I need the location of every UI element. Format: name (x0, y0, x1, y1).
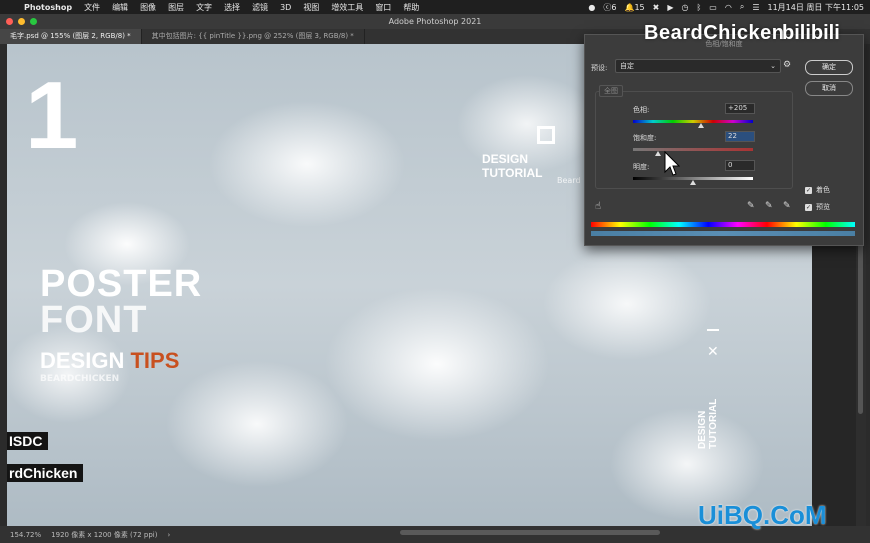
hue-slider-thumb[interactable] (698, 123, 705, 128)
preview-checkbox[interactable]: ✓ 预览 (805, 202, 830, 212)
vert-line1: DESIGN (697, 410, 708, 449)
menu-view[interactable]: 视图 (297, 2, 325, 13)
tips-word: TIPS (130, 348, 180, 373)
search-icon[interactable]: ⌕ (740, 2, 744, 12)
menu-bar: Photoshop 文件 编辑 图像 图层 文字 选择 滤镜 3D 视图 增效工… (0, 0, 870, 14)
canvas-poster-title: POSTER FONT (40, 263, 203, 341)
menu-photoshop[interactable]: Photoshop (18, 3, 78, 12)
window-title: Adobe Photoshop 2021 (388, 17, 482, 26)
design-tut-line1: DESIGN (482, 152, 529, 166)
menubar-status-area: ● ⓒ6 🔔15 ✖ ▶ ◷ ᛒ ▭ ◠ ⌕ ☰ 11月14日 周日 下午11:… (588, 0, 864, 14)
canvas-vertical-text: DESIGN TUTORIAL (697, 399, 719, 449)
design-tut-line2: TUTORIAL (482, 166, 543, 180)
battery-icon[interactable]: ▭ (709, 3, 717, 12)
preset-label: 预设: (591, 64, 608, 72)
uibq-watermark: UiBQ.CoM (698, 500, 827, 530)
wifi-icon[interactable]: ◠ (725, 3, 732, 12)
play-icon[interactable]: ▶ (667, 3, 673, 12)
menu-type[interactable]: 文字 (190, 2, 218, 13)
canvas-design-tips: DESIGN TIPS (40, 348, 179, 374)
saturation-slider-thumb[interactable] (655, 151, 662, 156)
vert-line2: TUTORIAL (708, 398, 719, 449)
canvas-beard-faint: Beard (557, 176, 581, 185)
hue-value-field[interactable]: +205 (725, 103, 755, 114)
clock-icon[interactable]: ◷ (682, 3, 689, 12)
colorize-checkbox[interactable]: ✓ 着色 (805, 185, 830, 195)
eyedropper-icon[interactable]: ✎ (747, 201, 755, 211)
channel-select[interactable]: 全图 (599, 85, 623, 97)
tab-document-1[interactable]: 毛字.psd @ 155% (图层 2, RGB/8) * (0, 29, 142, 44)
horizontal-scrollbar[interactable] (400, 530, 660, 535)
menu-file[interactable]: 文件 (78, 2, 106, 13)
preview-check-icon: ✓ (805, 203, 812, 211)
design-word: DESIGN (40, 348, 125, 373)
saturation-label: 饱和度: (633, 134, 657, 142)
menu-plugins[interactable]: 增效工具 (325, 2, 369, 13)
ok-button[interactable]: 确定 (805, 60, 853, 75)
zoom-window-button[interactable] (30, 18, 37, 25)
hue-label: 色相: (633, 106, 650, 114)
saturation-value-field[interactable]: 22 (725, 131, 755, 142)
preset-select[interactable]: 自定 ⌄ (615, 59, 781, 73)
watermark-text: BeardChicken (644, 22, 785, 44)
menu-select[interactable]: 选择 (218, 2, 246, 13)
menu-edit[interactable]: 编辑 (106, 2, 134, 13)
canvas-label-beardchicken: rdChicken (7, 464, 84, 482)
eyedropper-add-icon[interactable]: ✎ (765, 201, 773, 211)
menu-3d[interactable]: 3D (274, 3, 297, 12)
canvas-subtitle: BEARDCHICKEN (40, 374, 120, 384)
lightness-value-field[interactable]: 0 (725, 160, 755, 171)
lightness-label: 明度: (633, 163, 650, 171)
x-mark-icon: ✕ (707, 344, 719, 360)
record-icon[interactable]: ● (588, 3, 595, 12)
menu-image[interactable]: 图像 (134, 2, 162, 13)
c-status-count: 6 (611, 2, 617, 12)
saturation-slider-track[interactable] (633, 148, 753, 151)
preview-label: 预览 (816, 203, 830, 211)
control-center-icon[interactable]: ☰ (752, 3, 759, 12)
dash-mark (707, 329, 719, 331)
close-app-icon[interactable]: ✖ (653, 3, 660, 12)
canvas-label-sdc: ISDC (7, 432, 49, 450)
adjustment-group (595, 91, 793, 189)
bell-count: 15 (634, 2, 645, 12)
menu-window[interactable]: 窗口 (369, 2, 397, 13)
eyedropper-subtract-icon[interactable]: ✎ (783, 201, 791, 211)
cancel-button[interactable]: 取消 (805, 81, 853, 96)
colorize-check-icon: ✓ (805, 186, 812, 194)
canvas-big-number: 1 (25, 62, 79, 169)
menu-filter[interactable]: 滤镜 (246, 2, 274, 13)
colorize-label: 着色 (816, 186, 830, 194)
close-window-button[interactable] (6, 18, 13, 25)
vertical-scroll-thumb[interactable] (858, 244, 863, 414)
menu-layer[interactable]: 图层 (162, 2, 190, 13)
color-spectrum-bar (591, 222, 855, 227)
poster-line2: FONT (40, 299, 148, 341)
lightness-slider-thumb[interactable] (690, 180, 696, 185)
bell-status[interactable]: 🔔15 (624, 3, 644, 12)
poster-line1: POSTER (40, 263, 203, 305)
adjusted-spectrum-bar (591, 231, 855, 236)
document-info[interactable]: 1920 像素 x 1200 像素 (72 ppi) (51, 530, 157, 540)
c-status[interactable]: ⓒ6 (603, 2, 616, 13)
menubar-datetime[interactable]: 11月14日 周日 下午11:05 (768, 2, 865, 13)
minimize-window-button[interactable] (18, 18, 25, 25)
canvas-design-tutorial: DESIGN TUTORIAL (482, 152, 542, 180)
zoom-level[interactable]: 154.72% (10, 531, 41, 539)
mouse-cursor-icon (664, 150, 680, 176)
hue-slider-track[interactable] (633, 120, 753, 123)
hue-saturation-dialog: 色相/饱和度 预设: 自定 ⌄ ⚙ 确定 取消 全图 色相: +205 饱和度:… (584, 34, 864, 246)
chevron-down-icon: ⌄ (770, 62, 776, 70)
preset-value: 自定 (620, 62, 634, 70)
status-arrow-icon[interactable]: › (167, 531, 170, 539)
bluetooth-icon[interactable]: ᛒ (696, 3, 701, 12)
tab-document-2[interactable]: 其中包括图片: {{ pinTitle }}.png @ 252% (图层 3,… (142, 29, 365, 44)
hand-target-icon[interactable]: ☝ (595, 201, 601, 212)
square-outline-icon (537, 126, 555, 144)
bilibili-logo: bilibili (782, 22, 840, 44)
window-controls (6, 18, 37, 25)
menu-help[interactable]: 帮助 (397, 2, 425, 13)
gear-icon[interactable]: ⚙ (783, 60, 791, 70)
